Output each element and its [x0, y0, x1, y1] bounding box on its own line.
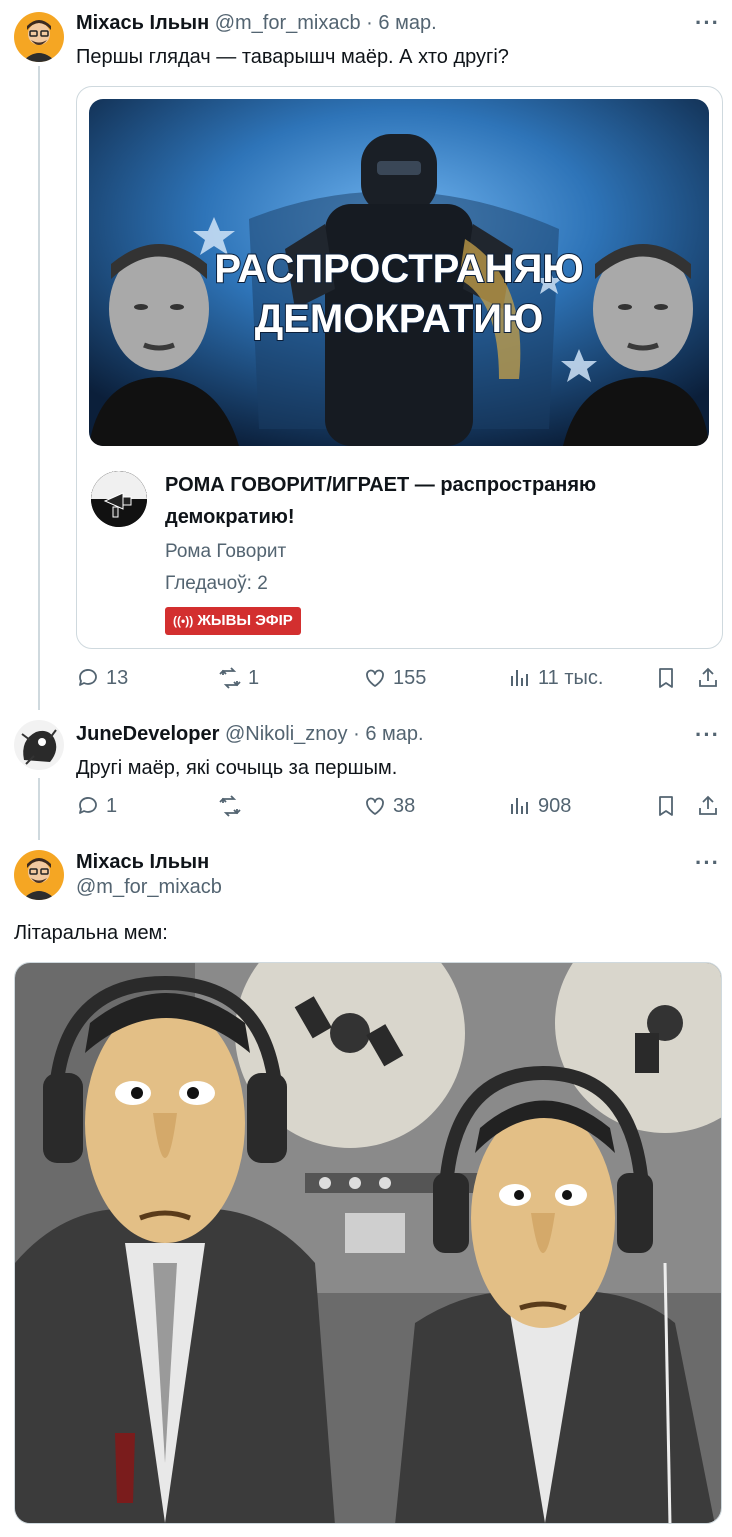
tweet-image[interactable]: [14, 962, 722, 1524]
thumbnail-headline-line2: ДЕМОКРАТИЮ: [255, 297, 544, 341]
tweet[interactable]: JuneDeveloper @Nikoli_znoy · 6 мар. ··· …: [0, 712, 732, 838]
retweet-button[interactable]: 1: [218, 663, 259, 693]
reply-button[interactable]: 1: [76, 791, 117, 821]
tweet[interactable]: Міхась Ільын @m_for_mixacb · 6 мар. ··· …: [0, 0, 732, 700]
author-handle[interactable]: @m_for_mixacb: [215, 12, 361, 34]
stream-card[interactable]: РАСПРОСТРАНЯЮ ДЕМОКРАТИЮ РОМА ГОВОРИТ/ИГ…: [76, 86, 723, 649]
bookmark-button[interactable]: [654, 663, 678, 693]
reply-icon: [79, 669, 97, 686]
author-name[interactable]: JuneDeveloper: [76, 723, 219, 745]
author-line: Міхась Ільын @m_for_mixacb · 6 мар.: [76, 12, 437, 35]
author-line: JuneDeveloper @Nikoli_znoy · 6 мар.: [76, 723, 424, 746]
avatar[interactable]: [14, 720, 64, 770]
thumbnail-headline-line1: РАСПРОСТРАНЯЮ: [214, 247, 583, 291]
stream-thumbnail[interactable]: РАСПРОСТРАНЯЮ ДЕМОКРАТИЮ: [89, 99, 709, 446]
like-icon: [366, 797, 384, 815]
channel-avatar[interactable]: [91, 471, 147, 527]
author-handle[interactable]: @Nikoli_znoy: [225, 723, 348, 745]
bookmark-icon: [659, 668, 673, 688]
views-icon: [511, 670, 528, 686]
viewer-count: Гледачоў: 2: [165, 573, 268, 594]
reply-icon: [79, 797, 97, 814]
like-button[interactable]: 155: [363, 663, 426, 693]
reply-button[interactable]: 13: [76, 663, 128, 693]
bookmark-icon: [659, 796, 673, 816]
reply-count: 13: [106, 666, 129, 689]
views-count: 11 тыс.: [538, 666, 604, 689]
broadcast-icon: ((•)): [173, 614, 194, 628]
share-button[interactable]: [696, 663, 720, 693]
like-button[interactable]: 38: [363, 791, 415, 821]
tweet-text: Першы глядач — таварышч маёр. А хто друг…: [76, 46, 509, 68]
share-button[interactable]: [696, 791, 720, 821]
avatar[interactable]: [14, 12, 64, 62]
retweet-button[interactable]: [218, 791, 242, 821]
author-handle[interactable]: @m_for_mixacb: [76, 876, 222, 899]
avatar[interactable]: [14, 850, 64, 900]
views-button[interactable]: 908: [508, 791, 571, 821]
more-icon[interactable]: ···: [695, 850, 720, 876]
tweet-text: Другі маёр, які сочыць за першым.: [76, 757, 398, 779]
live-badge: ((•)) ЖЫВЫ ЭФІР: [165, 607, 301, 635]
views-count: 908: [538, 794, 572, 817]
tweet-date[interactable]: 6 мар.: [365, 723, 423, 745]
live-label: ЖЫВЫ ЭФІР: [197, 612, 293, 629]
retweet-icon: [219, 795, 241, 817]
views-icon: [511, 798, 528, 814]
share-icon: [699, 795, 717, 815]
tweet-date[interactable]: 6 мар.: [378, 12, 436, 34]
share-icon: [699, 667, 717, 687]
meta-separator: ·: [360, 12, 379, 34]
like-count: 38: [393, 794, 416, 817]
more-icon[interactable]: ···: [695, 722, 720, 748]
bookmark-button[interactable]: [654, 791, 678, 821]
action-bar: 1 38 908: [76, 791, 722, 821]
meta-separator: ·: [347, 723, 366, 745]
like-icon: [366, 669, 384, 687]
tweet-text: Літаральна мем:: [14, 922, 168, 944]
author-name[interactable]: Міхась Ільын: [76, 12, 209, 34]
retweet-icon: [219, 667, 241, 689]
retweet-count: 1: [248, 666, 260, 689]
card-title[interactable]: РОМА ГОВОРИТ/ИГРАЕТ — распространяю демо…: [165, 469, 695, 533]
author-name[interactable]: Міхась Ільын: [76, 851, 209, 874]
channel-name: Рома Говорит: [165, 541, 287, 562]
action-bar: 13 1 155 11 тыс.: [76, 663, 722, 693]
reply-count: 1: [106, 794, 118, 817]
views-button[interactable]: 11 тыс.: [508, 663, 603, 693]
more-icon[interactable]: ···: [695, 10, 720, 36]
like-count: 155: [393, 666, 427, 689]
